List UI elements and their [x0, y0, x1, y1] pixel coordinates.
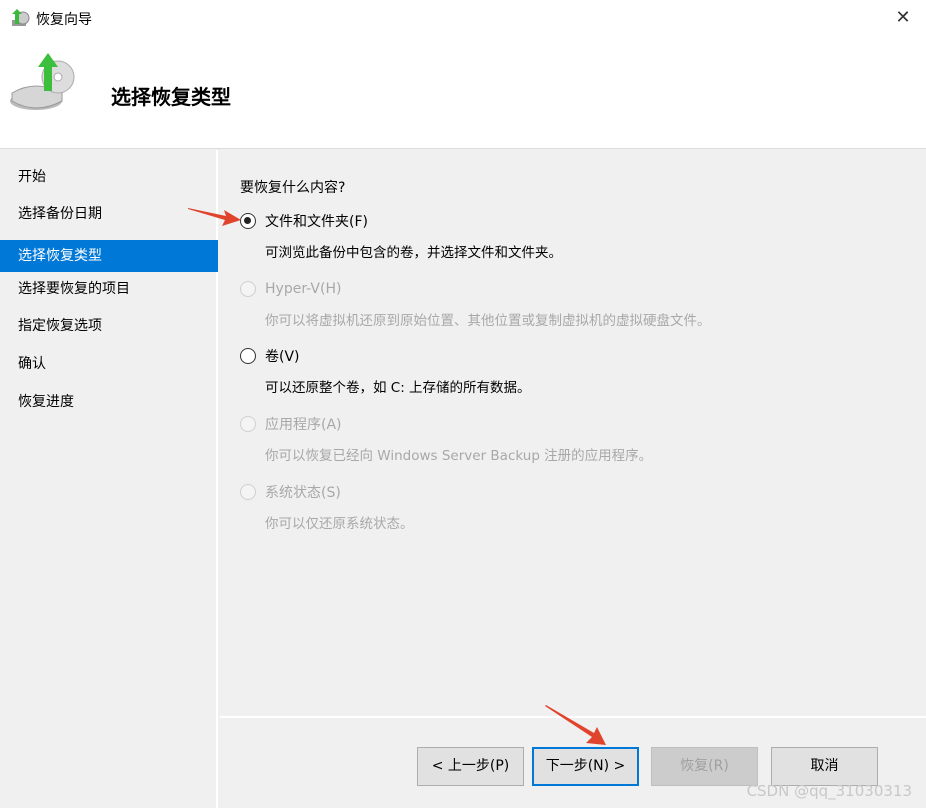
step-progress: 恢复进度	[18, 394, 74, 410]
step-select-backup-date: 选择备份日期	[18, 206, 102, 222]
close-button[interactable]: ✕	[880, 0, 926, 35]
page-title: 选择恢复类型	[111, 85, 231, 109]
option-label: 卷(V)	[265, 349, 300, 365]
restore-button: 恢复(R)	[651, 747, 758, 786]
radio-icon	[240, 484, 256, 500]
step-select-recovery-type: 选择恢复类型	[0, 240, 218, 272]
option-desc: 可以还原整个卷，如 C: 上存储的所有数据。	[265, 380, 531, 396]
radio-icon	[240, 416, 256, 432]
cancel-button[interactable]: 取消	[771, 747, 878, 786]
window-title: 恢复向导	[36, 12, 92, 28]
next-button[interactable]: 下一步(N) >	[532, 747, 639, 786]
close-icon: ✕	[895, 7, 911, 28]
radio-icon	[240, 281, 256, 297]
option-label: 系统状态(S)	[265, 485, 341, 501]
step-start: 开始	[18, 169, 46, 185]
option-volume[interactable]: 卷(V)	[240, 345, 300, 367]
option-files-folders[interactable]: 文件和文件夹(F)	[240, 210, 368, 232]
restore-disk-icon	[10, 53, 75, 110]
step-recovery-options: 指定恢复选项	[18, 318, 102, 334]
wizard-header: 选择恢复类型	[0, 35, 926, 149]
option-system-state: 系统状态(S)	[240, 481, 341, 503]
option-label: 应用程序(A)	[265, 417, 342, 433]
option-applications: 应用程序(A)	[240, 413, 342, 435]
option-label: Hyper-V(H)	[265, 281, 342, 297]
button-bar: < 上一步(P) 下一步(N) > 恢复(R) 取消 CSDN @qq_3103…	[220, 716, 926, 808]
wizard-steps: 开始 选择备份日期 选择恢复类型 选择要恢复的项目 指定恢复选项 确认 恢复进度	[0, 150, 218, 808]
question-label: 要恢复什么内容?	[240, 180, 346, 196]
radio-icon[interactable]	[240, 348, 256, 364]
option-desc: 你可以仅还原系统状态。	[265, 516, 414, 532]
option-hyper-v: Hyper-V(H)	[240, 278, 341, 300]
radio-checked-icon[interactable]	[240, 213, 256, 229]
content-panel: 要恢复什么内容? 文件和文件夹(F) 可浏览此备份中包含的卷，并选择文件和文件夹…	[220, 150, 926, 716]
watermark: CSDN @qq_31030313	[746, 782, 912, 800]
option-desc: 你可以将虚拟机还原到原始位置、其他位置或复制虚拟机的虚拟硬盘文件。	[265, 313, 711, 329]
backup-app-icon	[12, 9, 30, 26]
option-desc: 可浏览此备份中包含的卷，并选择文件和文件夹。	[265, 245, 562, 261]
option-label: 文件和文件夹(F)	[265, 214, 368, 230]
step-select-items: 选择要恢复的项目	[18, 281, 130, 297]
title-bar: 恢复向导 ✕	[0, 0, 926, 35]
option-desc: 你可以恢复已经向 Windows Server Backup 注册的应用程序。	[265, 448, 653, 464]
previous-button[interactable]: < 上一步(P)	[417, 747, 524, 786]
step-confirm: 确认	[18, 356, 46, 372]
